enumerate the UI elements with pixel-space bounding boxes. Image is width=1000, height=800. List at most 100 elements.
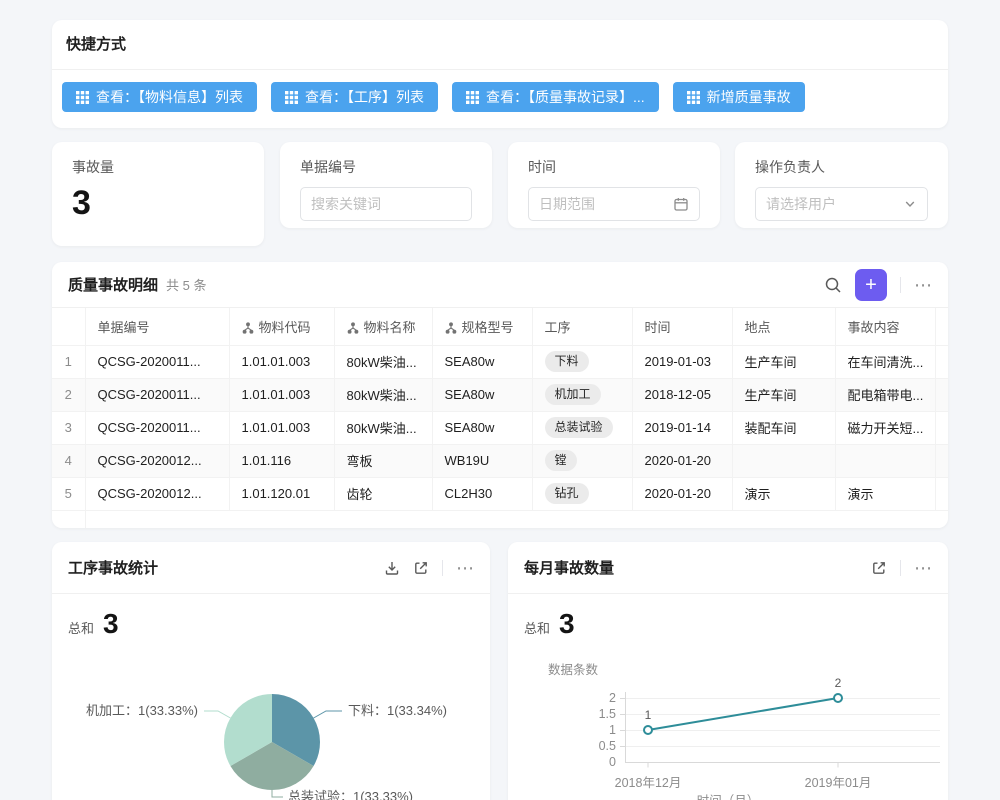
keyword-search-input[interactable] — [300, 187, 472, 221]
relation-icon — [242, 322, 254, 334]
cell-content: 配电箱带电... — [835, 378, 935, 411]
column-label: 单据编号 — [98, 320, 150, 335]
empty-cell — [85, 510, 948, 528]
data-point[interactable] — [644, 726, 652, 734]
cell-material-name: 80kW柴油... — [334, 411, 432, 444]
cell-spec: CL2H30 — [432, 477, 532, 510]
column-label: 事故内容 — [848, 320, 900, 335]
shortcuts-title: 快捷方式 — [52, 20, 948, 70]
pie-slice-jijiagong[interactable] — [224, 694, 272, 766]
relation-icon — [445, 322, 457, 334]
row-index: 3 — [52, 411, 85, 444]
dashboard: 快捷方式 查看：【物料信息】列表 查看：【工序】列表 查看：【质量事故记录】..… — [0, 0, 1000, 800]
col-material-name: 物料名称 — [334, 308, 432, 345]
cell-process: 总装试验 — [532, 411, 632, 444]
table-row[interactable]: 5 QCSG-2020012... 1.01.120.01 齿轮 CL2H30 … — [52, 477, 948, 510]
divider — [900, 277, 901, 293]
cell-time: 2020-01-20 — [632, 477, 732, 510]
more-menu-button[interactable]: ⋯ — [914, 559, 932, 577]
col-process: 工序 — [532, 308, 632, 345]
cell-doc-number: QCSG-2020011... — [85, 411, 229, 444]
line-card-header: 每月事故数量 ⋯ — [508, 542, 948, 594]
cell-content: 磁力开关短... — [835, 411, 935, 444]
shortcut-view-material-list-button[interactable]: 查看：【物料信息】列表 — [62, 82, 257, 112]
table-card-header: 质量事故明细 共 5 条 + ⋯ — [52, 262, 948, 308]
divider — [900, 560, 901, 576]
pie-slice-zongzhuangshiyan[interactable] — [230, 742, 313, 790]
avatar — [948, 483, 949, 505]
user-filter-label: 操作负责人 — [755, 157, 928, 177]
cell-time: 2020-01-20 — [632, 444, 732, 477]
more-menu-button[interactable]: ⋯ — [456, 559, 474, 577]
date-range-input[interactable]: 日期范围 — [528, 187, 700, 221]
total-label: 总和 — [524, 618, 550, 637]
cell-operator — [935, 345, 948, 378]
avatar — [948, 384, 949, 406]
grid-icon — [285, 91, 298, 104]
cell-doc-number: QCSG-2020011... — [85, 378, 229, 411]
monthly-accident-line-card: 每月事故数量 ⋯ 总和 3 数据条数 — [508, 542, 948, 800]
cell-process: 下料 — [532, 345, 632, 378]
table-actions: + ⋯ — [824, 269, 932, 301]
row-index: 4 — [52, 444, 85, 477]
col-doc-number: 单据编号 — [85, 308, 229, 345]
cell-place: 演示 — [732, 477, 835, 510]
more-menu-button[interactable]: ⋯ — [914, 276, 932, 294]
y-axis-title: 数据条数 — [548, 662, 599, 677]
pie-slice-xialiao[interactable] — [272, 694, 320, 766]
quality-accident-table-card: 质量事故明细 共 5 条 + ⋯ 单据编号 物料代码 物料名称 — [52, 262, 948, 528]
date-filter-label: 时间 — [528, 157, 700, 177]
table-row[interactable]: 1 QCSG-2020011... 1.01.01.003 80kW柴油... … — [52, 345, 948, 378]
shortcut-add-quality-accident-button[interactable]: 新增质量事故 — [673, 82, 805, 112]
pie-total-row: 总和 3 — [68, 608, 490, 640]
cell-material-code: 1.01.120.01 — [229, 477, 334, 510]
open-fullscreen-button[interactable] — [871, 560, 887, 576]
shortcut-view-process-list-button[interactable]: 查看：【工序】列表 — [271, 82, 438, 112]
cell-spec: SEA80w — [432, 345, 532, 378]
avatar — [948, 417, 949, 439]
add-record-button[interactable]: + — [855, 269, 887, 301]
shortcut-label: 查看：【工序】列表 — [305, 87, 424, 107]
accident-count-card: 事故量 3 — [52, 142, 264, 246]
user-select[interactable]: 请选择用户 — [755, 187, 928, 221]
data-line — [648, 698, 838, 730]
cell-material-name: 齿轮 — [334, 477, 432, 510]
y-tick-label: 1.5 — [599, 707, 616, 721]
table-row[interactable]: 3 QCSG-2020011... 1.01.01.003 80kW柴油... … — [52, 411, 948, 444]
x-tick-label: 2019年01月 — [805, 776, 872, 790]
y-tick-label: 1 — [609, 723, 616, 737]
column-label: 时间 — [645, 320, 671, 335]
grid-icon — [687, 91, 700, 104]
row-index: 5 — [52, 477, 85, 510]
shortcut-view-quality-records-button[interactable]: 查看：【质量事故记录】... — [452, 82, 659, 112]
process-tag: 钻孔 — [545, 483, 589, 503]
cell-place: 装配车间 — [732, 411, 835, 444]
table-row[interactable]: 2 QCSG-2020011... 1.01.01.003 80kW柴油... … — [52, 378, 948, 411]
pie-label-zongzhuangshiyan: 总装试验：1(33.33%) — [288, 789, 413, 800]
table-header-row: 单据编号 物料代码 物料名称 规格型号 工序 时间 地点 事故内容 操作负责人 — [52, 308, 948, 345]
relation-icon — [347, 322, 359, 334]
row-index: 2 — [52, 378, 85, 411]
cell-doc-number: QCSG-2020012... — [85, 477, 229, 510]
export-button[interactable] — [384, 560, 400, 576]
pie-card-header: 工序事故统计 ⋯ — [52, 542, 490, 594]
search-button[interactable] — [824, 276, 842, 294]
column-label: 物料代码 — [259, 320, 311, 335]
cell-place: 生产车间 — [732, 378, 835, 411]
process-accident-pie-card: 工序事故统计 ⋯ 总和 3 下料：1(33.34%) — [52, 542, 490, 800]
col-material-code: 物料代码 — [229, 308, 334, 345]
column-label: 工序 — [545, 320, 571, 335]
open-fullscreen-button[interactable] — [413, 560, 429, 576]
table-row[interactable]: 4 QCSG-2020012... 1.01.116 弯板 WB19U 镗 20… — [52, 444, 948, 477]
cell-operator — [935, 411, 948, 444]
accident-table: 单据编号 物料代码 物料名称 规格型号 工序 时间 地点 事故内容 操作负责人 … — [52, 308, 948, 528]
cell-doc-number: QCSG-2020011... — [85, 345, 229, 378]
x-axis-title: 时间（月） — [697, 794, 760, 800]
cell-content — [835, 444, 935, 477]
cell-time: 2018-12-05 — [632, 378, 732, 411]
line-card-actions: ⋯ — [871, 559, 932, 577]
leader-line-left — [204, 711, 230, 718]
total-value: 3 — [559, 608, 575, 640]
data-point[interactable] — [834, 694, 842, 702]
divider — [442, 560, 443, 576]
